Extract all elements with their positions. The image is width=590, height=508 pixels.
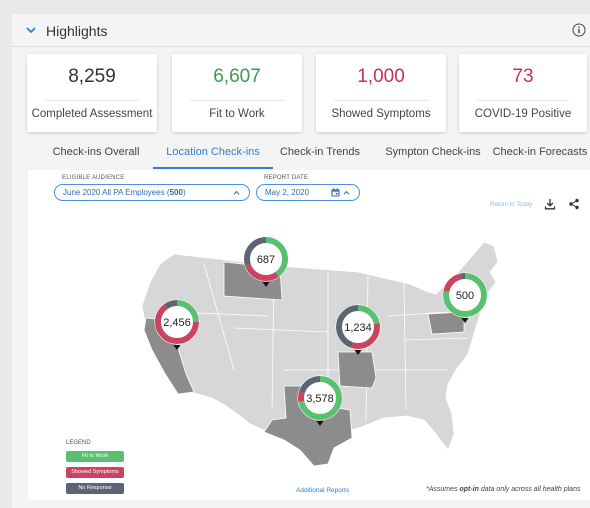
marker-value: 687 <box>257 254 275 266</box>
tab-checkins-overall[interactable]: Check-ins Overall <box>46 146 146 158</box>
marker-value: 1,234 <box>344 322 372 334</box>
legend-title: LEGEND <box>66 440 91 446</box>
highlights-section: Highlights 8,259 Completed Assessment 6,… <box>12 14 590 508</box>
report-date-value: May 2, 2020 <box>265 188 310 197</box>
chevron-up-icon <box>233 190 240 195</box>
kpi-card-symptoms: 1,000 Showed Symptoms <box>316 54 446 132</box>
legend-item-symptoms: Showed Symptoms <box>66 467 124 478</box>
audience-prefix: June 2020 All PA Employees ( <box>63 188 170 197</box>
state-missouri <box>337 351 377 389</box>
return-to-today-link[interactable]: Return to Today <box>490 202 532 208</box>
info-icon[interactable] <box>572 23 586 37</box>
kpi-value: 8,259 <box>68 66 116 87</box>
marker-value: 2,456 <box>163 317 191 329</box>
audience-select[interactable]: June 2020 All PA Employees (500) <box>54 184 250 201</box>
kpi-label: Completed Assessment <box>31 108 153 120</box>
kpi-label: Showed Symptoms <box>331 108 431 120</box>
additional-reports-link[interactable]: Additional Reports <box>296 487 349 494</box>
kpi-divider <box>190 100 284 101</box>
highlights-header[interactable]: Highlights <box>12 14 590 46</box>
page-title: Highlights <box>46 23 108 39</box>
kpi-divider <box>477 100 569 101</box>
marker-value: 500 <box>456 290 474 302</box>
kpi-value: 6,607 <box>213 66 261 87</box>
kpi-label: COVID-19 Positive <box>474 108 572 120</box>
report-date-label: REPORT DATE <box>264 175 309 181</box>
audience-count: 500 <box>169 188 183 197</box>
share-icon[interactable] <box>568 198 580 210</box>
audience-suffix: ) <box>182 188 186 197</box>
legend-item-no-response: No Response <box>66 483 124 494</box>
kpi-card-completed: 8,259 Completed Assessment <box>27 54 157 132</box>
kpi-divider <box>334 100 428 101</box>
header-divider <box>12 46 590 47</box>
kpi-card-fit: 6,607 Fit to Work <box>172 54 302 132</box>
tab-checkin-trends[interactable]: Check-in Trends <box>265 146 375 158</box>
us-map: 687 2,456 1,234 500 3,578 <box>141 236 499 467</box>
kpi-value: 1,000 <box>357 66 405 87</box>
chevron-up-icon <box>343 190 350 195</box>
download-icon[interactable] <box>544 198 556 210</box>
report-date-select[interactable]: May 2, 2020 <box>256 184 360 201</box>
marker-value: 3,578 <box>306 393 334 405</box>
kpi-label: Fit to Work <box>209 108 265 120</box>
active-tab-indicator <box>153 167 273 169</box>
legend-item-fit: Fit to Work <box>66 451 124 462</box>
chevron-down-icon[interactable] <box>24 23 38 37</box>
location-checkins-panel: ELIGIBLE AUDIENCE June 2020 All PA Emplo… <box>28 170 590 500</box>
tab-checkin-forecasts[interactable]: Check-in Forecasts <box>490 146 590 158</box>
audience-label: ELIGIBLE AUDIENCE <box>62 175 125 181</box>
calendar-icon[interactable] <box>331 188 340 197</box>
tab-sympton-checkins[interactable]: Sympton Check-ins <box>378 146 488 158</box>
tab-location-checkins[interactable]: Location Check-ins <box>158 146 268 158</box>
kpi-divider <box>45 100 139 101</box>
kpi-value: 73 <box>512 66 534 87</box>
note-bold: opt-in <box>459 486 479 493</box>
opt-in-note: *Assumes opt-in data only across all hea… <box>426 486 580 493</box>
tab-bar: Check-ins Overall Location Check-ins Che… <box>28 138 590 170</box>
kpi-card-positive: 73 COVID-19 Positive <box>459 54 587 132</box>
note-prefix: *Assumes <box>426 486 460 493</box>
note-suffix: data only across all health plans <box>478 486 581 493</box>
